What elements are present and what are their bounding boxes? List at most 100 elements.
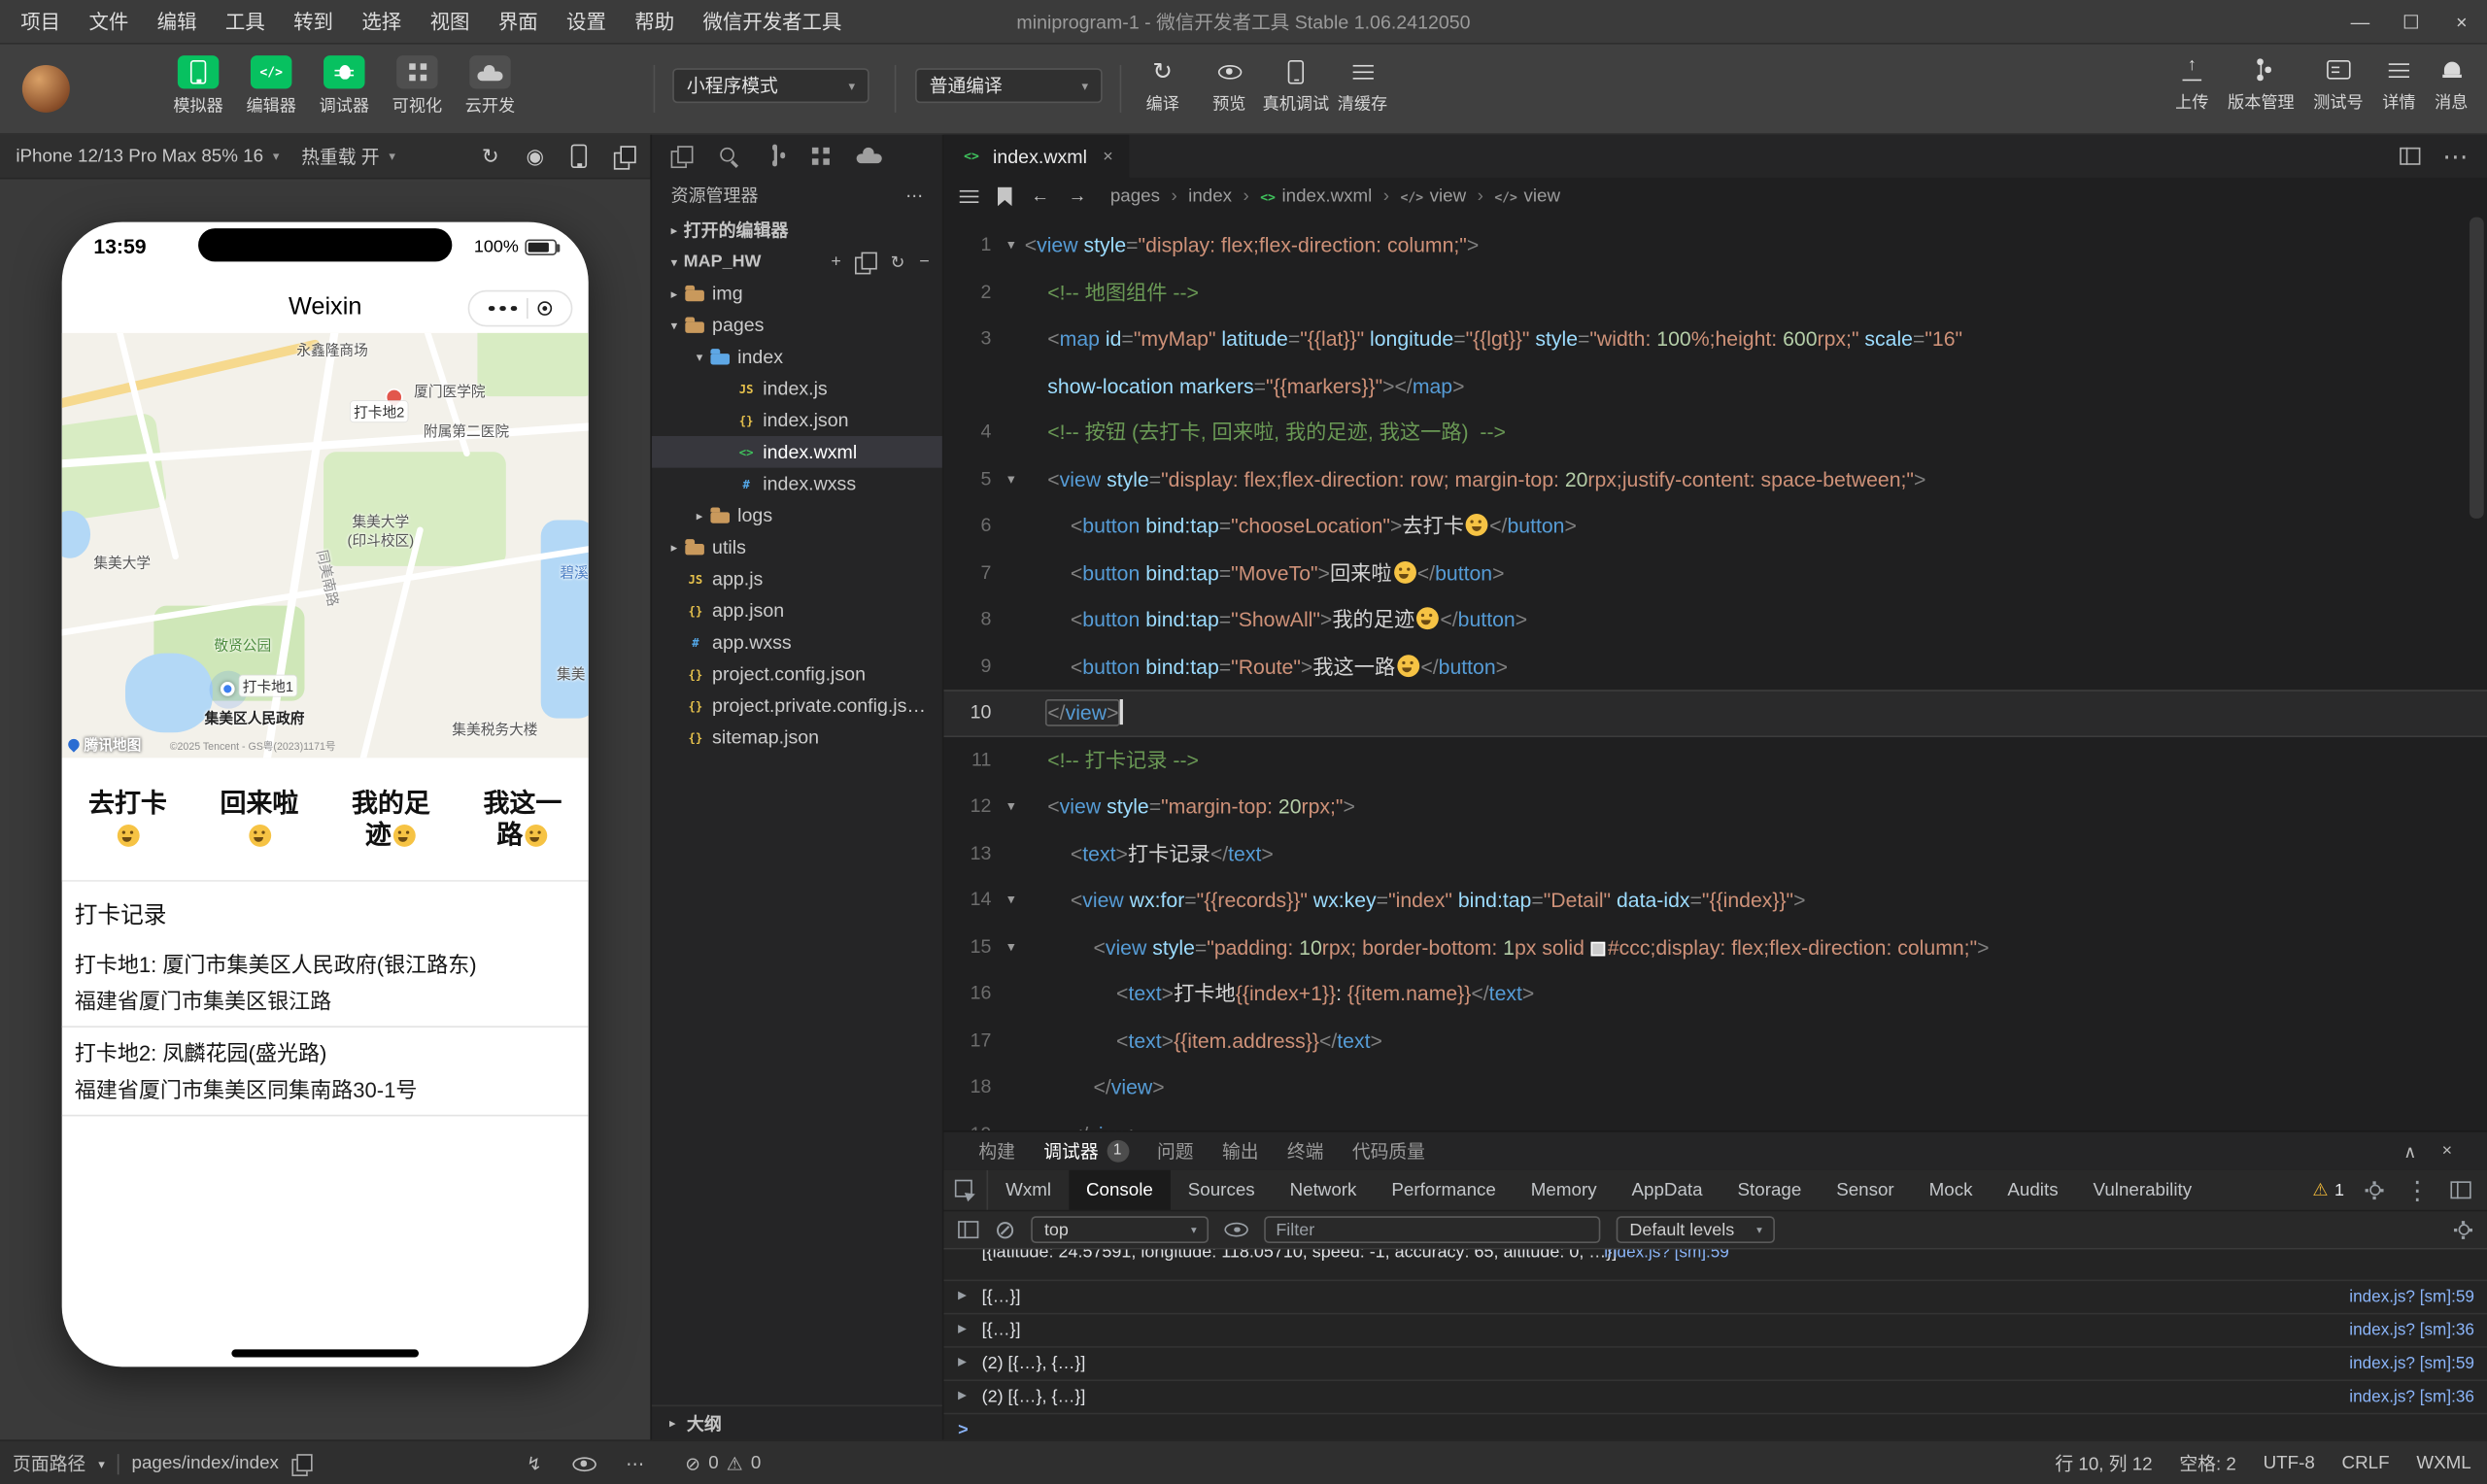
source-link[interactable]: index.js? [sm]:59 bbox=[1604, 1250, 1729, 1263]
fold-icon[interactable]: ▾ bbox=[998, 222, 1025, 269]
gear-icon[interactable] bbox=[2365, 1180, 2384, 1200]
open-editors-section[interactable]: ▸ 打开的编辑器 bbox=[652, 214, 942, 246]
panel-tab[interactable]: 调试器 1 bbox=[1043, 1138, 1129, 1164]
collapse-all-icon[interactable]: − bbox=[919, 253, 930, 272]
devtools-tab-vulnerability[interactable]: Vulnerability bbox=[2076, 1170, 2209, 1210]
indent-setting[interactable]: 空格: 2 bbox=[2179, 1451, 2235, 1476]
menu-item[interactable]: 设置 bbox=[552, 0, 620, 44]
extensions-icon[interactable] bbox=[811, 147, 830, 164]
devtools-tab-wxml[interactable]: Wxml bbox=[988, 1170, 1069, 1210]
menu-item[interactable]: 转到 bbox=[279, 0, 347, 44]
console-settings-icon[interactable] bbox=[2454, 1220, 2473, 1239]
console-sidebar-icon[interactable] bbox=[958, 1221, 979, 1239]
breadcrumb-item[interactable]: </> view bbox=[1494, 187, 1560, 207]
source-link[interactable]: index.js? [sm]:36 bbox=[2349, 1381, 2474, 1413]
phone-action-button[interactable]: 我的足迹 bbox=[325, 788, 458, 851]
compile-button[interactable]: ↻ 编译 bbox=[1129, 55, 1196, 116]
preview-button[interactable]: 预览 bbox=[1196, 55, 1263, 116]
minimize-button[interactable]: — bbox=[2334, 0, 2385, 45]
tree-item[interactable]: {} project.private.config.js… bbox=[652, 690, 942, 722]
tree-item[interactable]: {} app.json bbox=[652, 594, 942, 626]
menu-item[interactable]: 视图 bbox=[416, 0, 484, 44]
devtools-tab-network[interactable]: Network bbox=[1273, 1170, 1375, 1210]
panel-tab[interactable]: 构建 bbox=[978, 1138, 1015, 1164]
page-path-value[interactable]: pages/index/index bbox=[132, 1454, 279, 1473]
source-link[interactable]: index.js? [sm]:59 bbox=[2349, 1348, 2474, 1380]
refresh-icon[interactable]: ↻ bbox=[482, 144, 499, 169]
console-output[interactable]: [{latitude: 24.57591, longitude: 118.057… bbox=[943, 1249, 2487, 1440]
toolbar-visualizer-button[interactable]: 可视化 bbox=[381, 55, 454, 118]
back-icon[interactable]: ← bbox=[1031, 187, 1049, 207]
menu-item[interactable]: 编辑 bbox=[143, 0, 211, 44]
log-levels-select[interactable]: Default levels ▾ bbox=[1617, 1216, 1775, 1243]
refresh-icon[interactable]: ↻ bbox=[890, 252, 904, 272]
breadcrumb-item[interactable]: index bbox=[1188, 187, 1232, 207]
tree-item[interactable]: ▸ logs bbox=[652, 499, 942, 531]
outline-section[interactable]: ▸ 大纲 bbox=[652, 1404, 942, 1440]
tab-index-wxml[interactable]: <> index.wxml × bbox=[943, 134, 1130, 178]
remote-debug-button[interactable]: 真机调试 bbox=[1263, 55, 1329, 116]
maximize-button[interactable]: ☐ bbox=[2386, 0, 2436, 45]
devtools-tab-audits[interactable]: Audits bbox=[1990, 1170, 2075, 1210]
console-log-row[interactable]: ▶ (2) [{…}, {…}] index.js? [sm]:59 bbox=[943, 1348, 2487, 1382]
collapse-panel-icon[interactable]: ∧ bbox=[2403, 1141, 2416, 1162]
console-log-row[interactable]: ▶ [{…}] index.js? [sm]:36 bbox=[943, 1314, 2487, 1348]
fold-icon[interactable]: ▾ bbox=[998, 784, 1025, 830]
fold-icon[interactable]: ▾ bbox=[998, 455, 1025, 502]
tree-item[interactable]: JS index.js bbox=[652, 373, 942, 405]
copy-icon[interactable] bbox=[290, 1453, 314, 1476]
phone-action-button[interactable]: 去打卡 bbox=[62, 788, 194, 851]
cloud-icon[interactable] bbox=[856, 147, 882, 164]
devtools-tab-appdata[interactable]: AppData bbox=[1615, 1170, 1720, 1210]
encoding[interactable]: UTF-8 bbox=[2264, 1454, 2315, 1473]
menu-item[interactable]: 微信开发者工具 bbox=[689, 0, 856, 44]
source-control-icon[interactable] bbox=[767, 144, 786, 167]
console-log-row[interactable]: ▶ [{…}] index.js? [sm]:59 bbox=[943, 1281, 2487, 1315]
tree-item[interactable]: ▾ pages bbox=[652, 309, 942, 341]
tree-item[interactable]: # index.wxss bbox=[652, 468, 942, 500]
code-editor[interactable]: 1 ▾ <view style="display: flex;flex-direct… bbox=[943, 216, 2487, 1130]
tree-item[interactable]: JS app.js bbox=[652, 563, 942, 595]
source-link[interactable]: index.js? [sm]:59 bbox=[2349, 1281, 2474, 1313]
toolbar-simulator-button[interactable]: 模拟器 bbox=[162, 55, 235, 118]
home-capsule-icon[interactable] bbox=[537, 301, 552, 316]
console-filter-input[interactable] bbox=[1264, 1216, 1602, 1243]
split-editor-icon[interactable] bbox=[2400, 147, 2421, 165]
scrollbar[interactable] bbox=[2470, 217, 2484, 519]
context-select[interactable]: top ▾ bbox=[1031, 1216, 1209, 1243]
menu-item[interactable]: 文件 bbox=[75, 0, 143, 44]
panel-tab[interactable]: 问题 bbox=[1157, 1138, 1194, 1164]
close-panel-icon[interactable]: × bbox=[2442, 1141, 2453, 1162]
devtools-tab-memory[interactable]: Memory bbox=[1514, 1170, 1615, 1210]
devtools-tab-mock[interactable]: Mock bbox=[1912, 1170, 1991, 1210]
cursor-position[interactable]: 行 10, 列 12 bbox=[2055, 1451, 2152, 1476]
page-path-select[interactable]: 页面路径 bbox=[13, 1451, 85, 1476]
eol-setting[interactable]: CRLF bbox=[2342, 1454, 2390, 1473]
toolbar-editor-button[interactable]: </> 编辑器 bbox=[235, 55, 308, 118]
eye-icon[interactable] bbox=[1225, 1222, 1249, 1237]
capsule-button[interactable] bbox=[467, 289, 573, 327]
phone-action-button[interactable]: 回来啦 bbox=[193, 788, 325, 851]
breadcrumb-item[interactable]: </> view bbox=[1400, 187, 1466, 207]
more-icon[interactable]: ⋯ bbox=[626, 1453, 644, 1475]
devtools-tab-console[interactable]: Console bbox=[1068, 1169, 1171, 1210]
new-file-icon[interactable]: + bbox=[831, 253, 841, 272]
inspect-icon[interactable] bbox=[954, 1179, 975, 1200]
tree-item[interactable]: ▸ utils bbox=[652, 531, 942, 563]
menu-item[interactable]: 界面 bbox=[484, 0, 552, 44]
more-icon[interactable]: ⋯ bbox=[2442, 140, 2468, 172]
problems-counts[interactable]: ⊘ 0 ⚠ 0 bbox=[685, 1441, 761, 1484]
tree-item[interactable]: ▸ img bbox=[652, 278, 942, 310]
explorer-files-icon[interactable] bbox=[670, 145, 693, 169]
messages-button[interactable]: 消息 bbox=[2435, 55, 2468, 114]
toolbar-debugger-button[interactable]: 调试器 bbox=[308, 55, 381, 118]
rotate-device-icon[interactable] bbox=[570, 144, 588, 169]
avatar[interactable] bbox=[21, 64, 70, 113]
version-control-button[interactable]: 版本管理 bbox=[2228, 55, 2295, 114]
fold-icon[interactable]: ▾ bbox=[998, 877, 1025, 924]
breadcrumb-item[interactable]: <> index.wxml bbox=[1260, 187, 1372, 207]
panel-tab[interactable]: 输出 bbox=[1222, 1138, 1259, 1164]
expand-triangle-icon[interactable]: ▶ bbox=[958, 1281, 967, 1313]
warning-badge[interactable]: ⚠ 1 bbox=[2312, 1180, 2344, 1200]
details-button[interactable]: 详情 bbox=[2382, 55, 2416, 114]
